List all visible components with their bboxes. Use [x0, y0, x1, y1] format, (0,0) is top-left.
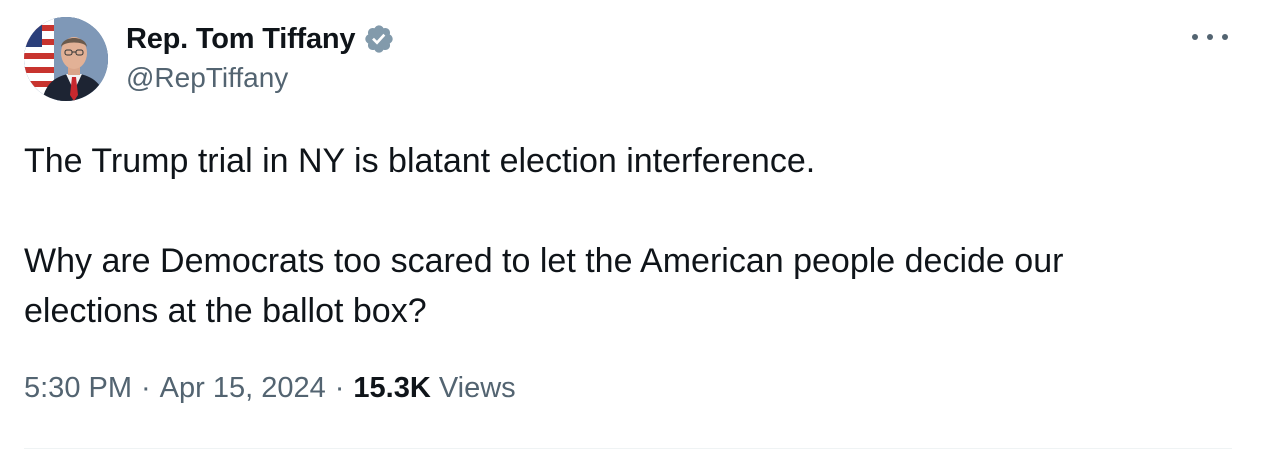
- tweet-paragraph: Why are Democrats too scared to let the …: [24, 242, 1064, 280]
- profile-photo-icon: [24, 17, 108, 101]
- ellipsis-icon: [1192, 34, 1198, 40]
- tweet-paragraph: elections at the ballot box?: [24, 292, 427, 330]
- tweet-paragraph: The Trump trial in NY is blatant electio…: [24, 142, 816, 180]
- more-options-button[interactable]: [1192, 22, 1228, 52]
- ellipsis-icon: [1207, 34, 1213, 40]
- author-handle[interactable]: @RepTiffany: [126, 62, 288, 94]
- tweet-time[interactable]: 5:30 PM: [24, 372, 132, 405]
- tweet-meta: 5:30 PM · Apr 15, 2024 · 15.3K Views: [24, 372, 516, 405]
- divider: [24, 448, 1232, 449]
- ellipsis-icon: [1222, 34, 1228, 40]
- views-count[interactable]: 15.3K: [353, 372, 430, 405]
- tweet-card: Rep. Tom Tiffany @RepTiffany The Trump t…: [0, 0, 1278, 457]
- avatar[interactable]: [24, 17, 108, 101]
- views-label: Views: [438, 372, 516, 404]
- verified-badge-icon[interactable]: [363, 23, 395, 55]
- author-display-name[interactable]: Rep. Tom Tiffany: [126, 23, 356, 56]
- meta-separator: ·: [141, 372, 151, 404]
- author-name-row: Rep. Tom Tiffany: [126, 20, 395, 58]
- tweet-date[interactable]: Apr 15, 2024: [160, 372, 326, 405]
- meta-separator: ·: [334, 372, 345, 404]
- tweet-text: The Trump trial in NY is blatant electio…: [24, 136, 1244, 336]
